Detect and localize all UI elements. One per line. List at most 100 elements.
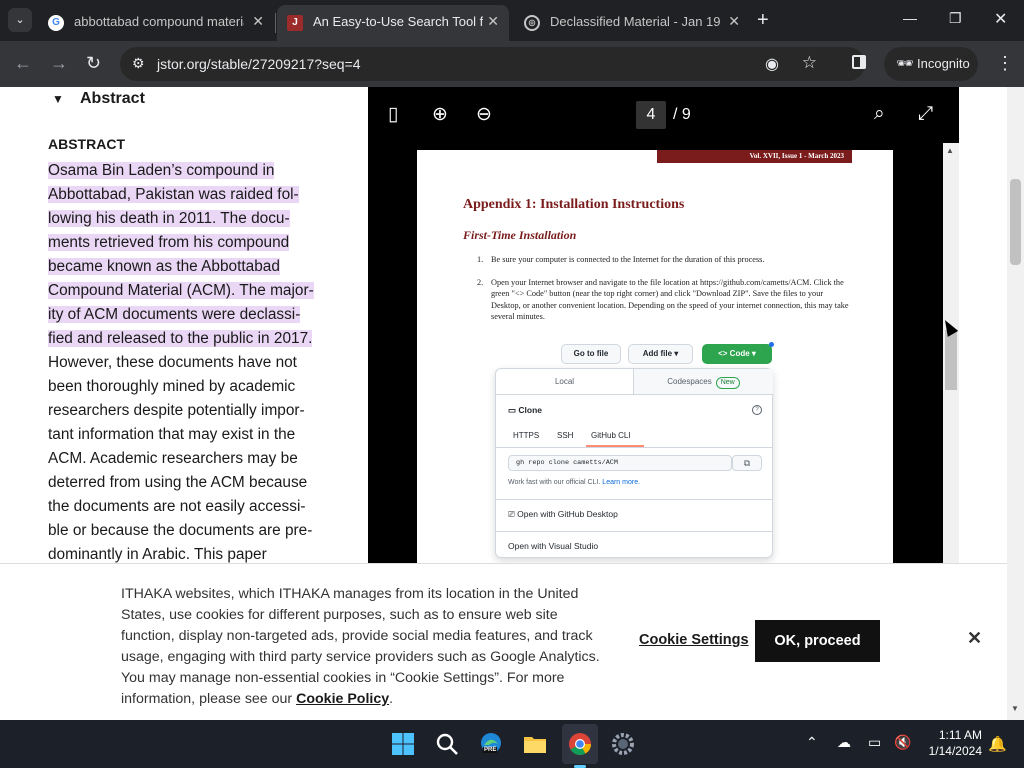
tab-title: Declassified Material - Jan 19, 2 <box>550 14 720 29</box>
page-number-input[interactable]: 4 <box>636 101 666 129</box>
highlighted-line: Compound Material (ACM). The major- <box>48 282 314 299</box>
highlighted-line: Osama Bin Laden’s compound in <box>48 162 275 179</box>
sidebar-toggle-icon[interactable]: ▯ <box>388 103 398 126</box>
codespaces-label: Codespaces <box>667 377 712 386</box>
highlighted-line: fied and released to the public in 2017. <box>48 330 313 347</box>
open-vs-label: Open with Visual Studio <box>508 541 599 551</box>
cookie-text-line: usage, engaging with third party service… <box>121 649 600 665</box>
cookie-text-line: States, use cookies for different purpos… <box>121 607 558 623</box>
zoom-out-icon[interactable]: ⊖ <box>476 103 492 126</box>
tab-title: An Easy-to-Use Search Tool for <box>313 14 483 29</box>
abstract-text: Osama Bin Laden’s compound in Abbottabad… <box>48 159 323 567</box>
chevron-down-icon: ▼ <box>52 92 64 106</box>
site-info-icon[interactable]: ⚙ <box>132 55 145 72</box>
show-hidden-icons-chevron-icon[interactable]: ⌃ <box>806 734 818 751</box>
side-panel-icon[interactable] <box>852 55 866 69</box>
close-tab-icon[interactable]: ✕ <box>728 13 740 30</box>
search-icon[interactable]: ⌕ <box>874 103 885 125</box>
bookmark-star-icon[interactable]: ☆ <box>802 53 817 73</box>
fullscreen-icon[interactable]: ⤢ <box>918 103 933 125</box>
jstor-icon: J <box>287 15 303 31</box>
divider <box>496 447 772 448</box>
desktop-icon: ⎚ <box>508 509 518 519</box>
divider <box>496 499 772 500</box>
page-scroll-thumb[interactable] <box>1010 179 1021 265</box>
search-icon[interactable] <box>435 732 459 756</box>
tab-jstor[interactable]: J An Easy-to-Use Search Tool for ✕ <box>277 5 509 41</box>
tab-google-search[interactable]: G abbottabad compound materia ✕ <box>38 5 276 41</box>
clone-heading: ▭ Clone <box>508 405 542 416</box>
close-window-icon[interactable]: ✕ <box>994 9 1007 29</box>
browser-toolbar: ← → ↻ ⚙ jstor.org/stable/27209217?seq=4 … <box>0 41 1024 87</box>
protocol-ssh: SSH <box>557 431 574 440</box>
volume-muted-icon[interactable]: 🔇 <box>894 734 911 751</box>
close-icon[interactable]: ✕ <box>967 628 982 649</box>
abstract-line: tant information that may exist in the <box>48 426 296 443</box>
highlighted-line: Abbottabad, Pakistan was raided fol- <box>48 186 299 203</box>
page-total: / 9 <box>673 106 691 123</box>
address-bar[interactable]: ⚙ jstor.org/stable/27209217?seq=4 ◉ ☆ <box>120 47 865 81</box>
edge-badge: PRE <box>483 747 498 753</box>
url-text[interactable]: jstor.org/stable/27209217?seq=4 <box>157 56 361 72</box>
new-badge: New <box>715 377 740 389</box>
notification-bell-icon[interactable]: 🔔 <box>988 735 1007 753</box>
close-tab-icon[interactable]: ✕ <box>487 13 499 30</box>
highlighted-line: ments retrieved from his compound <box>48 234 290 251</box>
cookie-text-line: ITHAKA websites, which ITHAKA manages fr… <box>121 586 579 602</box>
settings-gear-icon[interactable] <box>611 732 635 756</box>
cookie-policy-link[interactable]: Cookie Policy <box>296 691 389 707</box>
abstract-line: researchers despite potentially impor- <box>48 402 305 419</box>
help-icon: ? <box>752 405 762 415</box>
back-icon[interactable]: ← <box>14 53 32 74</box>
page-content: ▼ Abstract ABSTRACT Osama Bin Laden’s com… <box>0 87 1024 720</box>
new-tab-icon[interactable]: + <box>757 9 769 32</box>
tab-title: abbottabad compound materia <box>74 14 244 29</box>
windows-start-icon[interactable] <box>391 732 415 756</box>
forward-icon[interactable]: → <box>50 53 68 74</box>
abstract-toggle[interactable]: ▼ Abstract <box>52 90 145 108</box>
reload-icon[interactable]: ↻ <box>86 53 101 74</box>
chrome-icon[interactable] <box>568 732 592 756</box>
clone-label: Clone <box>518 405 543 415</box>
tab-local: Local <box>496 369 633 395</box>
incognito-button[interactable]: 🕶 Incognito <box>884 47 978 81</box>
tab-declassified[interactable]: ◎ Declassified Material - Jan 19, 2 ✕ <box>514 5 750 41</box>
cookie-text: ITHAKA websites, which ITHAKA manages fr… <box>121 584 621 710</box>
highlighted-line: lowing his death in 2011. The docu- <box>48 210 290 227</box>
onedrive-icon[interactable]: ☁ <box>837 734 851 751</box>
edge-icon[interactable]: PRE <box>479 732 503 756</box>
pdf-scroll-thumb[interactable] <box>945 330 957 390</box>
tab-strip: ⌄ G abbottabad compound materia ✕ J An E… <box>0 0 1024 41</box>
incognito-icon: 🕶 <box>896 55 914 71</box>
notification-dot <box>769 342 774 347</box>
cookie-text-line: You may manage non-essential cookies in … <box>121 670 565 686</box>
windows-taskbar: PRE ⌃ ☁ ▭ 🔇 1:11 AM 1/14/2024 🔔 <box>0 720 1024 768</box>
cookie-text-suffix: . <box>389 691 394 707</box>
abstract-line: been thoroughly mined by academic <box>48 378 296 395</box>
scroll-down-arrow-icon[interactable]: ▼ <box>1011 704 1019 713</box>
cookie-text-line: function, display non-targeted ads, prov… <box>121 628 593 644</box>
incognito-label: Incognito <box>917 56 970 71</box>
minimize-icon[interactable]: — <box>903 10 917 26</box>
cookie-banner: ITHAKA websites, which ITHAKA manages fr… <box>0 563 1007 720</box>
network-icon[interactable]: ▭ <box>868 734 881 751</box>
zoom-in-icon[interactable]: ⊕ <box>432 103 448 126</box>
file-explorer-icon[interactable] <box>523 732 547 756</box>
tracking-protection-icon[interactable]: ◉ <box>765 54 779 74</box>
more-menu-icon[interactable]: ⋮ <box>996 53 1014 74</box>
restore-icon[interactable]: ❐ <box>949 10 962 27</box>
system-clock[interactable]: 1:11 AM 1/14/2024 <box>920 727 982 759</box>
page-scrollbar[interactable]: ▼ <box>1007 87 1024 720</box>
scroll-up-arrow-icon[interactable]: ▲ <box>946 146 954 155</box>
clock-date: 1/14/2024 <box>928 744 982 758</box>
protocol-https: HTTPS <box>513 431 540 440</box>
abstract-toggle-label: Abstract <box>80 90 145 107</box>
code-button: <> Code ▾ <box>702 344 772 364</box>
cli-note-text: Work fast with our official CLI. <box>508 479 601 486</box>
cookie-settings-button[interactable]: Cookie Settings <box>639 632 749 648</box>
clone-command-field: gh repo clone cametts/ACM <box>508 455 732 471</box>
clock-time: 1:11 AM <box>938 728 982 742</box>
close-tab-icon[interactable]: ✕ <box>252 13 264 30</box>
ok-proceed-button[interactable]: OK, proceed <box>755 620 880 662</box>
tab-search-button[interactable]: ⌄ <box>8 8 32 32</box>
